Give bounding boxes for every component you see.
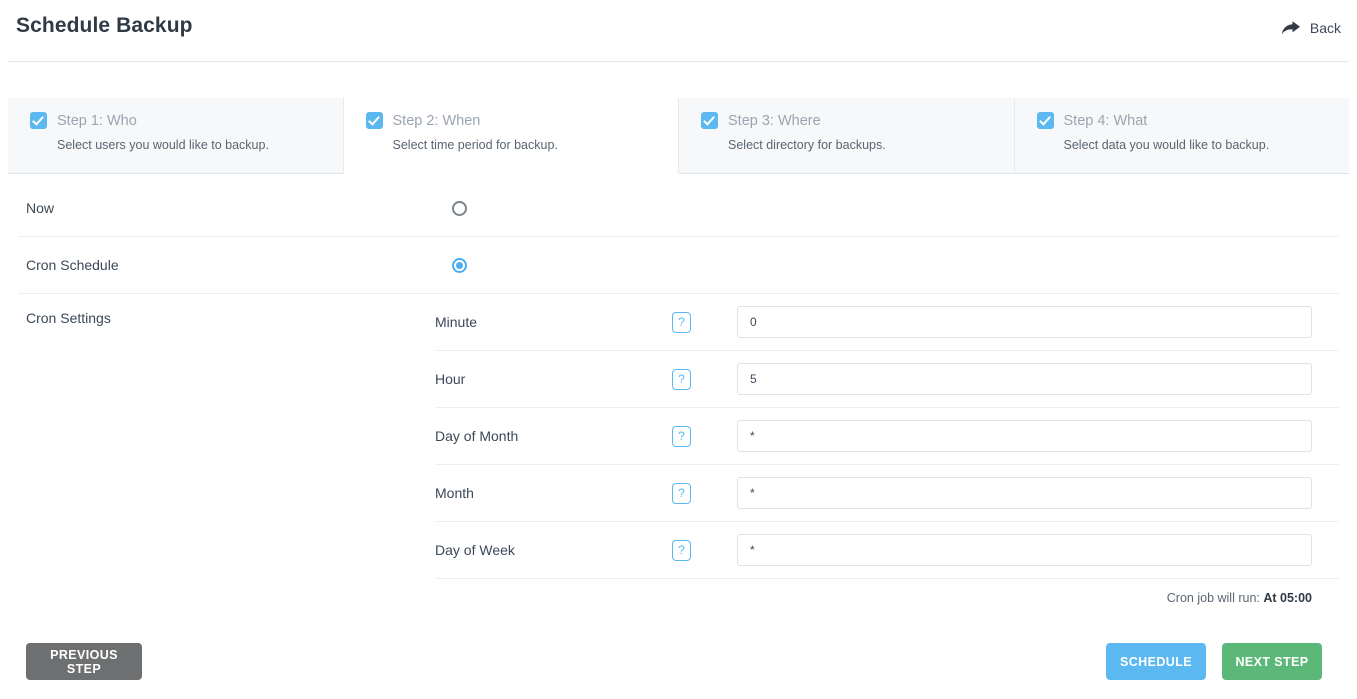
cron-summary-prefix: Cron job will run: xyxy=(1166,591,1260,605)
cron-input-minute[interactable] xyxy=(737,306,1312,338)
checkbox-checked-icon xyxy=(365,112,383,129)
next-step-button[interactable]: NEXT STEP xyxy=(1222,643,1322,680)
help-icon[interactable]: ? xyxy=(672,425,691,447)
cron-field-label: Day of Week xyxy=(435,542,515,558)
help-icon[interactable]: ? xyxy=(672,482,691,504)
cron-summary: Cron job will run: At 05:00 xyxy=(435,579,1339,605)
cron-settings-block: Cron Settings Minute ? Hour ? Day of Mon… xyxy=(18,294,1339,605)
cron-input-day-of-month[interactable] xyxy=(737,420,1312,452)
step-tab-who[interactable]: Step 1: Who Select users you would like … xyxy=(8,98,343,174)
cron-input-month[interactable] xyxy=(737,477,1312,509)
cron-settings-label: Cron Settings xyxy=(26,310,111,326)
radio-cron-schedule[interactable] xyxy=(452,257,467,273)
cron-schedule-label: Cron Schedule xyxy=(26,257,119,273)
cron-input-hour[interactable] xyxy=(737,363,1312,395)
step-title: Step 2: When xyxy=(392,112,481,129)
row-cron-schedule: Cron Schedule xyxy=(18,237,1339,294)
checkbox-checked-icon xyxy=(30,112,47,129)
step-title: Step 1: Who xyxy=(57,112,137,129)
schedule-button[interactable]: SCHEDULE xyxy=(1106,643,1206,680)
step-tab-what[interactable]: Step 4: What Select data you would like … xyxy=(1013,98,1350,174)
cron-summary-value: At 05:00 xyxy=(1263,591,1312,605)
cron-settings-left: Cron Settings xyxy=(18,294,435,605)
cron-field-label: Day of Month xyxy=(435,428,519,444)
step-tab-when[interactable]: Step 2: When Select time period for back… xyxy=(342,98,679,174)
step-title: Step 3: Where xyxy=(728,112,821,129)
cron-settings-fields: Minute ? Hour ? Day of Month ? Month ? D xyxy=(435,294,1339,605)
cron-field-label: Minute xyxy=(435,314,478,330)
cron-row-hour: Hour ? xyxy=(435,351,1339,408)
help-icon[interactable]: ? xyxy=(672,311,691,333)
step-head: Step 2: When xyxy=(365,112,679,129)
step-description: Select directory for backups. xyxy=(728,138,886,152)
cron-row-day-of-week: Day of Week ? xyxy=(435,522,1339,579)
cron-row-minute: Minute ? xyxy=(435,294,1339,351)
step-title: Step 4: What xyxy=(1063,112,1148,129)
step-head: Step 3: Where xyxy=(701,112,1014,129)
step-head: Step 4: What xyxy=(1036,112,1350,129)
help-icon[interactable]: ? xyxy=(672,539,691,561)
step-description: Select time period for backup. xyxy=(392,138,558,152)
page-header: Schedule Backup Back xyxy=(8,0,1349,62)
cron-field-label: Hour xyxy=(435,371,466,387)
back-label: Back xyxy=(1309,20,1341,36)
previous-step-button[interactable]: PREVIOUS STEP xyxy=(26,643,142,680)
schedule-form: Now Cron Schedule Cron Settings Minute ?… xyxy=(8,174,1349,605)
cron-field-label: Month xyxy=(435,485,474,501)
step-description: Select users you would like to backup. xyxy=(57,138,269,152)
row-now: Now xyxy=(18,180,1339,237)
cron-row-month: Month ? xyxy=(435,465,1339,522)
wizard-steps: Step 1: Who Select users you would like … xyxy=(8,98,1349,174)
page-title: Schedule Backup xyxy=(16,14,193,37)
footer-actions: PREVIOUS STEP SCHEDULE NEXT STEP xyxy=(0,643,1357,683)
forward-arrow-icon xyxy=(1281,21,1300,35)
back-button[interactable]: Back xyxy=(1281,19,1341,37)
checkbox-checked-icon xyxy=(1036,112,1054,129)
cron-input-day-of-week[interactable] xyxy=(737,534,1312,566)
radio-now[interactable] xyxy=(452,200,467,216)
checkbox-checked-icon xyxy=(701,112,718,129)
cron-row-day-of-month: Day of Month ? xyxy=(435,408,1339,465)
help-icon[interactable]: ? xyxy=(672,368,691,390)
step-tab-where[interactable]: Step 3: Where Select directory for backu… xyxy=(679,98,1014,174)
step-head: Step 1: Who xyxy=(30,112,343,129)
now-label: Now xyxy=(26,200,55,216)
step-description: Select data you would like to backup. xyxy=(1063,138,1270,152)
